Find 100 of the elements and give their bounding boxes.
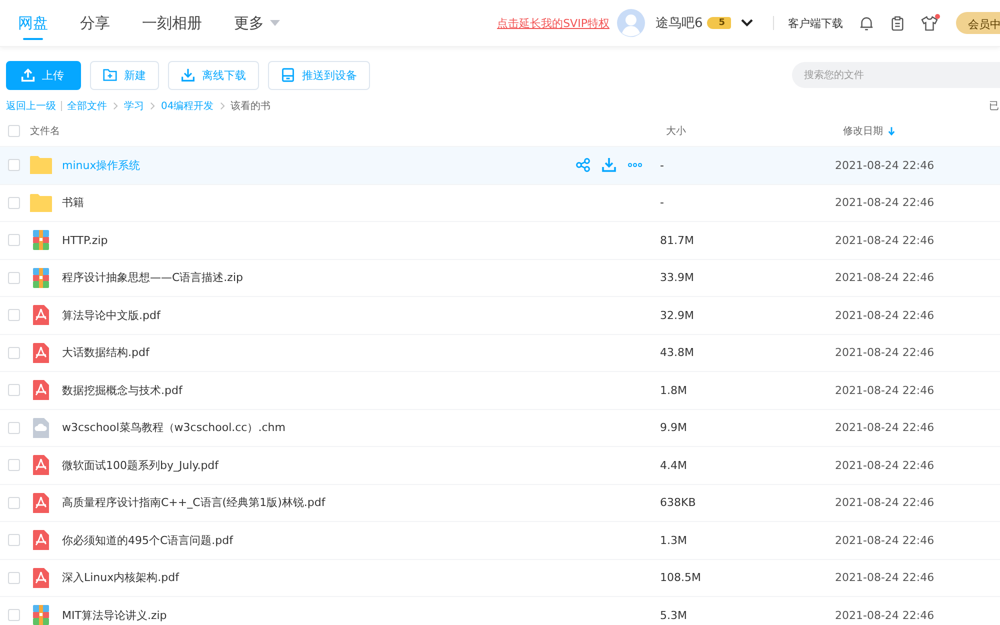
- file-name[interactable]: 高质量程序设计指南C++_C语言(经典第1版)林锐.pdf: [62, 495, 660, 510]
- file-size: 1.8M: [660, 384, 688, 397]
- more-icon[interactable]: [628, 163, 642, 168]
- file-name[interactable]: 深入Linux内核架构.pdf: [62, 570, 660, 586]
- chevron-right-icon: [113, 102, 118, 110]
- row-checkbox[interactable]: [8, 196, 20, 209]
- file-row[interactable]: 你必须知道的495个C语言问题.pdf 1.3M 2021-08-24 22:46: [0, 522, 1000, 560]
- file-name[interactable]: 书籍: [62, 195, 660, 210]
- file-size: 9.9M: [660, 421, 688, 434]
- row-checkbox[interactable]: [8, 496, 20, 509]
- current-folder: 该看的书: [230, 100, 271, 113]
- select-all-checkbox[interactable]: [8, 125, 20, 137]
- nav-tab[interactable]: 分享: [80, 0, 110, 46]
- pdf-icon: [30, 492, 52, 513]
- row-checkbox[interactable]: [8, 272, 20, 284]
- column-header[interactable]: 文件名: [30, 124, 660, 138]
- file-row[interactable]: w3cschool菜鸟教程（w3cschool.cc）.chm 9.9M 2021-08-24 22:46: [0, 410, 1000, 447]
- file-row[interactable]: 微软面试100题系列by_July.pdf 4.4M 2021-08-24 22:46: [0, 447, 1000, 484]
- modified-date: 2021-08-24 22:46: [835, 608, 936, 622]
- file-row[interactable]: 大话数据结构.pdf 43.8M 2021-08-24 22:46: [0, 334, 1000, 372]
- file-size: 4.4M: [660, 458, 688, 472]
- column-header[interactable]: 修改日期: [843, 124, 883, 138]
- row-checkbox[interactable]: [8, 234, 20, 246]
- file-size: 108.5M: [660, 571, 702, 584]
- row-checkbox[interactable]: [8, 159, 20, 172]
- file-name[interactable]: 程序设计抽象思想——C语言描述.zip: [62, 270, 660, 286]
- modified-date: 2021-08-24 22:46: [835, 196, 936, 210]
- modified-date: 2021-08-24 22:46: [835, 458, 936, 472]
- status-text: 已: [989, 100, 999, 113]
- modified-date: 2021-08-24 22:46: [835, 534, 936, 547]
- row-checkbox[interactable]: [8, 346, 20, 359]
- row-checkbox[interactable]: [8, 384, 20, 396]
- file-name[interactable]: 微软面试100题系列by_July.pdf: [62, 458, 660, 473]
- modified-date: 2021-08-24 22:46: [835, 234, 936, 247]
- column-header[interactable]: 大小: [660, 124, 835, 138]
- pdf-icon: [30, 568, 52, 588]
- file-row[interactable]: 算法导论中文版.pdf 32.9M 2021-08-24 22:46: [0, 297, 1000, 334]
- pdf-icon: [30, 455, 52, 476]
- pdf-icon: [30, 305, 52, 326]
- file-size: 32.9M: [660, 308, 695, 322]
- chevron-right-icon: [150, 102, 155, 110]
- level-badge: 5: [706, 17, 731, 29]
- archive-icon: [30, 268, 52, 288]
- row-checkbox[interactable]: [8, 534, 20, 546]
- archive-icon: [30, 230, 52, 250]
- chevron-right-icon: [220, 102, 225, 110]
- file-size: 1.3M: [660, 534, 688, 547]
- file-size: 5.3M: [660, 608, 688, 622]
- nav-tab[interactable]: 一刻相册: [142, 0, 202, 46]
- file-row[interactable]: HTTP.zip 81.7M 2021-08-24 22:46: [0, 222, 1000, 260]
- file-name[interactable]: w3cschool菜鸟教程（w3cschool.cc）.chm: [62, 420, 660, 436]
- row-checkbox[interactable]: [8, 609, 20, 622]
- folder-icon: [30, 192, 52, 213]
- chevron-down-icon[interactable]: [741, 19, 753, 27]
- file-name[interactable]: HTTP.zip: [62, 234, 660, 247]
- file-size: 638KB: [660, 496, 697, 510]
- file-size: 43.8M: [660, 346, 695, 360]
- file-name[interactable]: 数据挖掘概念与技术.pdf: [62, 382, 660, 398]
- upload-icon: [21, 68, 35, 82]
- new-folder-icon: [103, 68, 117, 82]
- member-button[interactable]: 会员中: [956, 12, 1000, 34]
- clipboard-icon[interactable]: [890, 16, 905, 30]
- row-checkbox[interactable]: [8, 422, 20, 434]
- file-size: 33.9M: [660, 271, 695, 284]
- row-checkbox[interactable]: [8, 572, 20, 584]
- file-name[interactable]: MIT算法导论讲义.zip: [62, 608, 660, 623]
- file-size: 81.7M: [660, 234, 695, 247]
- file-size: -: [660, 196, 665, 210]
- file-name[interactable]: 你必须知道的495个C语言问题.pdf: [62, 532, 660, 548]
- file-row[interactable]: 数据挖掘概念与技术.pdf 1.8M 2021-08-24 22:46: [0, 372, 1000, 410]
- cloud-file-icon: [30, 418, 52, 438]
- modified-date: 2021-08-24 22:46: [835, 346, 936, 360]
- user-name[interactable]: 途鸟吧6: [655, 14, 703, 32]
- nav-tab[interactable]: 更多: [234, 0, 280, 46]
- pdf-icon: [30, 342, 52, 363]
- file-row[interactable]: 程序设计抽象思想——C语言描述.zip 33.9M 2021-08-24 22:46: [0, 260, 1000, 297]
- file-name[interactable]: 大话数据结构.pdf: [62, 345, 660, 360]
- sort-down-icon[interactable]: [888, 126, 895, 136]
- download-icon[interactable]: [602, 158, 616, 172]
- file-row[interactable]: minux操作系统 - 2021-08-24 22:46: [0, 147, 1000, 184]
- client-download-link[interactable]: 客户端下载: [788, 16, 843, 30]
- row-checkbox[interactable]: [8, 309, 20, 322]
- file-row[interactable]: MIT算法导论讲义.zip 5.3M 2021-08-24 22:46: [0, 597, 1000, 625]
- file-name[interactable]: 算法导论中文版.pdf: [62, 308, 660, 323]
- avatar-icon[interactable]: [617, 9, 646, 37]
- shirt-icon[interactable]: [921, 16, 938, 30]
- file-row[interactable]: 书籍 - 2021-08-24 22:46: [0, 184, 1000, 222]
- search-field[interactable]: 搜索您的文件: [792, 62, 1000, 88]
- row-checkbox[interactable]: [8, 459, 20, 472]
- file-row[interactable]: 深入Linux内核架构.pdf 108.5M 2021-08-24 22:46: [0, 560, 1000, 597]
- device-icon: [281, 68, 295, 82]
- pdf-icon: [30, 530, 52, 550]
- share-icon[interactable]: [576, 158, 590, 172]
- file-row[interactable]: 高质量程序设计指南C++_C语言(经典第1版)林锐.pdf 638KB 2021-08-24 22:46: [0, 484, 1000, 522]
- bell-icon[interactable]: [859, 16, 874, 30]
- modified-date: 2021-08-24 22:46: [835, 571, 936, 584]
- modified-date: 2021-08-24 22:46: [835, 271, 936, 284]
- modified-date: 2021-08-24 22:46: [835, 496, 936, 510]
- modified-date: 2021-08-24 22:46: [835, 421, 936, 434]
- folder-icon: [30, 155, 52, 176]
